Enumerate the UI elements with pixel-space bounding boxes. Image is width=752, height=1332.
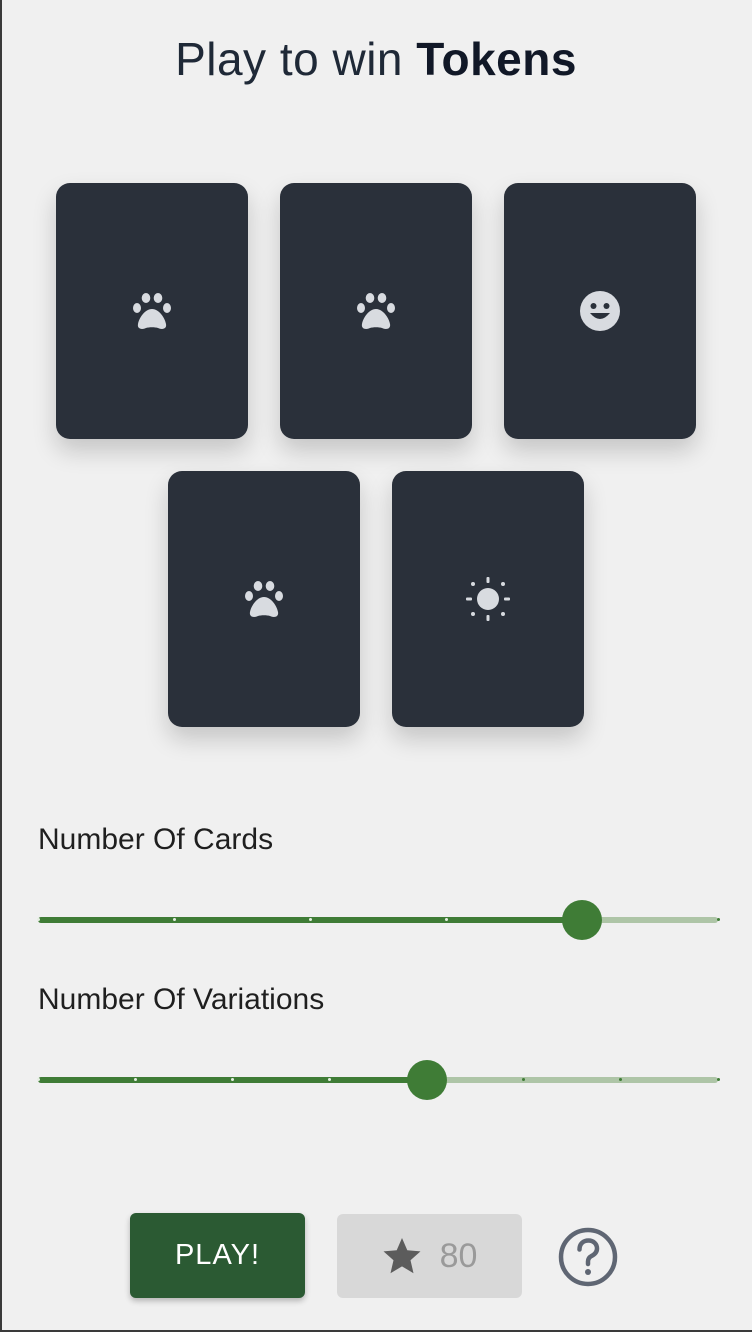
number-of-cards-label: Number Of Cards <box>38 823 274 856</box>
number-of-cards-slider[interactable] <box>36 900 720 940</box>
slider-tick <box>308 918 312 921</box>
title-prefix: Play to win <box>175 33 403 85</box>
slider-tick <box>36 918 40 921</box>
paw-icon <box>133 293 171 329</box>
number-of-variations-slider[interactable] <box>36 1060 720 1100</box>
token-cost-value: 80 <box>439 1236 478 1275</box>
help-circle-icon[interactable] <box>558 1227 618 1287</box>
card-grid <box>0 183 752 759</box>
paw-icon <box>245 581 283 617</box>
page-title: Play to win Tokens <box>0 32 752 86</box>
slider-thumb[interactable] <box>562 900 602 940</box>
card-4[interactable] <box>168 471 360 727</box>
token-cost-badge: 80 <box>337 1214 522 1298</box>
slider-tick <box>444 918 448 921</box>
slider-tick <box>716 918 720 921</box>
slider-tick <box>327 1078 331 1081</box>
play-button[interactable]: PLAY! <box>130 1213 305 1298</box>
title-bold: Tokens <box>416 33 577 85</box>
card-3[interactable] <box>504 183 696 439</box>
slider-thumb[interactable] <box>406 1060 447 1100</box>
card-5[interactable] <box>392 471 584 727</box>
number-of-variations-label: Number Of Variations <box>38 983 325 1016</box>
star-icon <box>383 1238 421 1274</box>
card-row-top <box>0 183 752 439</box>
slider-tick <box>230 1078 234 1081</box>
slider-tick <box>133 1078 137 1081</box>
paw-icon <box>357 293 395 329</box>
card-1[interactable] <box>56 183 248 439</box>
slider-tick <box>172 918 176 921</box>
slider-tick <box>36 1078 40 1081</box>
slider-tick <box>716 1078 720 1081</box>
smiley-icon <box>580 291 620 331</box>
card-2[interactable] <box>280 183 472 439</box>
sun-icon <box>466 577 510 621</box>
card-row-bottom <box>0 471 752 727</box>
